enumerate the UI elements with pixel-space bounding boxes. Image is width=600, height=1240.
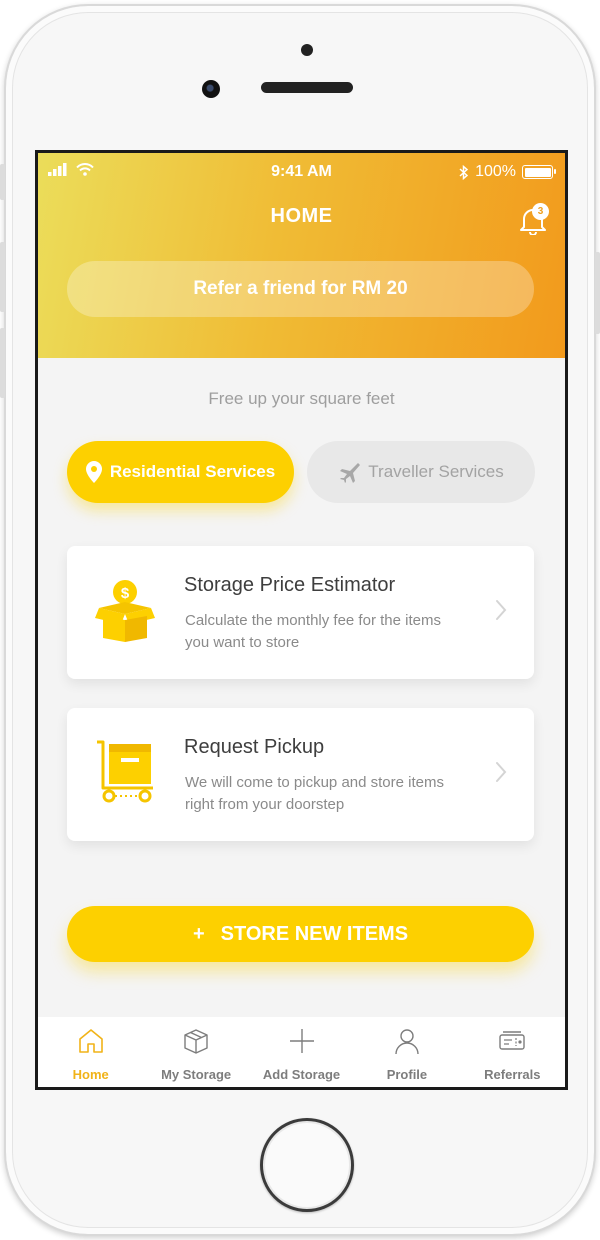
card-title: Request Pickup xyxy=(184,736,325,758)
proximity-sensor xyxy=(301,44,313,56)
tab-home[interactable]: Home xyxy=(38,1017,143,1087)
tagline: Free up your square feet xyxy=(208,389,395,408)
tab-my-storage[interactable]: My Storage xyxy=(143,1017,248,1087)
tab-label: Add Storage xyxy=(262,1067,341,1082)
traveller-services-label: Traveller Services xyxy=(368,462,504,481)
card-description: Calculate the monthly fee for the items … xyxy=(185,612,441,651)
bluetooth-icon xyxy=(459,164,469,180)
notification-badge: 3 xyxy=(532,203,549,220)
airplane-icon xyxy=(340,463,361,483)
status-right: 100% xyxy=(459,163,556,181)
location-pin-icon xyxy=(85,461,102,483)
tab-label: My Storage xyxy=(161,1067,232,1082)
residential-services-label: Residential Services xyxy=(109,462,276,481)
trolley-box-icon xyxy=(97,740,153,803)
box-icon xyxy=(184,1029,208,1054)
volume-down-button xyxy=(0,328,5,398)
card-title: Storage Price Estimator xyxy=(184,574,396,596)
tab-label: Home xyxy=(72,1067,109,1082)
app-screen: 9:41 AM 100% HOME 3 Refer a friend for R… xyxy=(35,150,568,1090)
store-new-items-button[interactable]: + STORE NEW ITEMS xyxy=(67,906,534,962)
status-bar: 9:41 AM 100% xyxy=(38,161,565,183)
svg-text:$: $ xyxy=(121,585,130,602)
refer-friend-button[interactable]: Refer a friend for RM 20 xyxy=(67,261,534,317)
front-camera xyxy=(202,80,220,98)
header: 9:41 AM 100% HOME 3 Refer a friend for R… xyxy=(38,153,565,358)
residential-services-button[interactable]: Residential Services xyxy=(67,441,294,503)
plus-icon xyxy=(289,1029,314,1053)
chevron-right-icon xyxy=(496,600,507,620)
tab-label: Referrals xyxy=(484,1067,541,1082)
plus-symbol: + xyxy=(192,922,205,945)
page-title: HOME xyxy=(270,205,333,227)
volume-up-button xyxy=(0,242,5,312)
power-button xyxy=(595,252,600,334)
storage-price-estimator-card[interactable]: $ Storage Price Estimator Calculate the … xyxy=(67,546,534,679)
notification-button[interactable]: 3 xyxy=(519,203,549,236)
traveller-services-button[interactable]: Traveller Services xyxy=(307,441,535,503)
card-description: We will come to pickup and store items r… xyxy=(185,774,444,813)
ticket-icon xyxy=(499,1031,526,1050)
store-new-items-label: STORE NEW ITEMS xyxy=(220,922,409,945)
home-icon xyxy=(78,1029,103,1053)
mute-switch xyxy=(0,164,5,200)
tab-label: Profile xyxy=(386,1067,428,1082)
battery-icon xyxy=(522,165,556,179)
tab-referrals[interactable]: Referrals xyxy=(460,1017,565,1087)
home-button[interactable] xyxy=(260,1118,354,1212)
tab-add-storage[interactable]: Add Storage xyxy=(249,1017,354,1087)
money-box-icon: $ xyxy=(95,580,155,642)
tab-profile[interactable]: Profile xyxy=(354,1017,459,1087)
chevron-right-icon xyxy=(496,762,507,782)
request-pickup-card[interactable]: Request Pickup We will come to pickup an… xyxy=(67,708,534,841)
tab-bar: Home My Storage Add Storage Profile Refe… xyxy=(38,1017,565,1087)
earpiece-speaker xyxy=(261,82,353,93)
battery-percent: 100% xyxy=(475,163,516,180)
person-icon xyxy=(395,1029,419,1055)
